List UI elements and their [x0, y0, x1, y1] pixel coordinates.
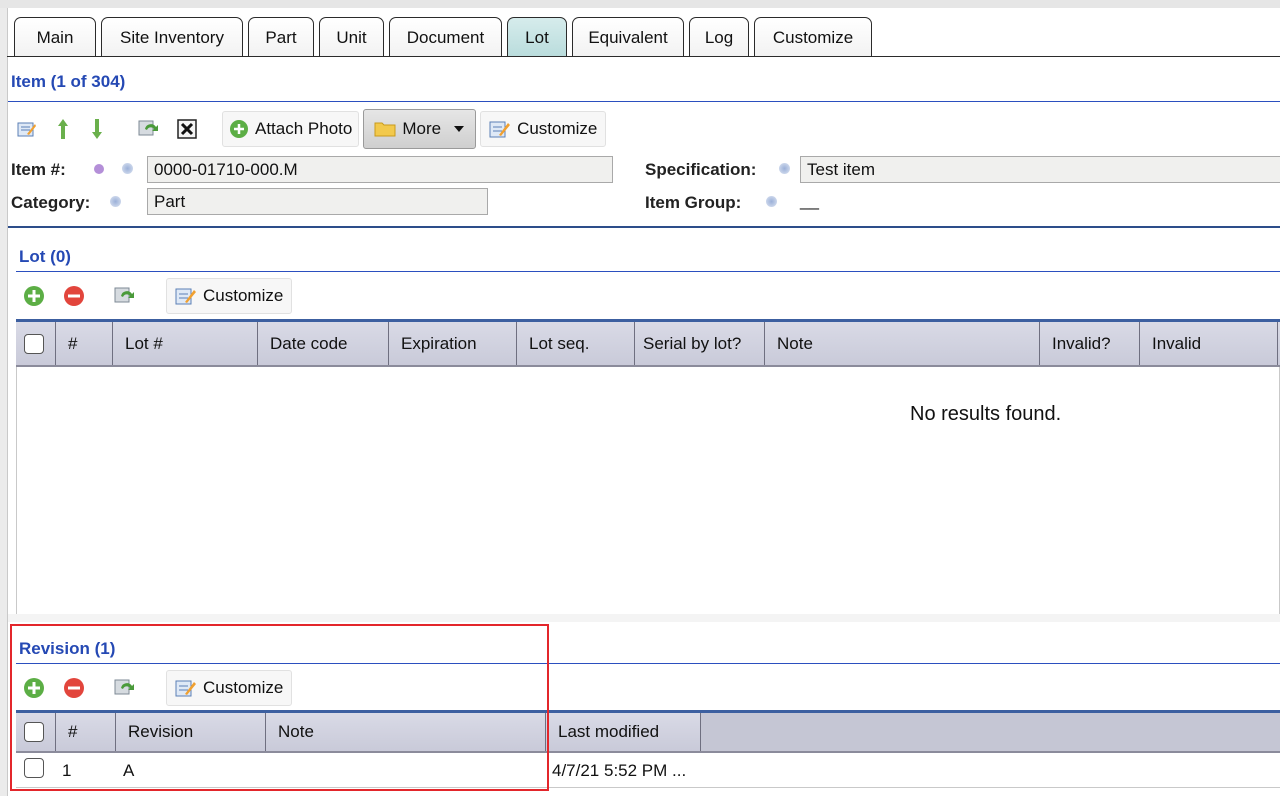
add-icon	[230, 120, 248, 138]
folder-icon	[374, 122, 396, 137]
item-number-label: Item #:	[11, 160, 66, 179]
lot-col-expiration[interactable]: Expiration	[389, 322, 517, 365]
table-row[interactable]: 1 A 4/7/21 5:52 PM ...	[16, 754, 1280, 788]
required-indicator-icon	[94, 164, 104, 174]
lot-select-all-checkbox[interactable]	[24, 333, 44, 354]
item-bottom-divider	[8, 226, 1280, 228]
revision-row-num: 1	[62, 760, 72, 780]
lot-toolbar: Customize	[16, 278, 296, 314]
revision-col-note[interactable]: Note	[266, 713, 546, 751]
tab-main[interactable]: Main	[14, 17, 96, 57]
item-customize-button[interactable]: Customize	[480, 111, 607, 147]
info-icon[interactable]	[779, 163, 790, 174]
lot-col-date-code[interactable]: Date code	[258, 322, 389, 365]
lot-empty-message: No results found.	[910, 403, 1062, 425]
item-section-title: Item (1 of 304)	[11, 72, 126, 91]
revision-section-divider	[16, 663, 1280, 664]
refresh-icon[interactable]	[130, 111, 166, 147]
info-icon[interactable]	[766, 196, 777, 207]
tab-unit[interactable]: Unit	[319, 17, 384, 57]
info-icon[interactable]	[122, 163, 133, 174]
revision-col-revision[interactable]: Revision	[116, 713, 266, 751]
revision-add-icon[interactable]	[16, 670, 52, 706]
lot-col-invalid-q[interactable]: Invalid?	[1040, 322, 1140, 365]
tab-bar: Main Site Inventory Part Unit Document L…	[14, 17, 877, 57]
revision-section-title: Revision (1)	[19, 639, 116, 658]
revision-col-last-modified[interactable]: Last modified	[546, 713, 701, 751]
revision-select-all-cell	[16, 713, 56, 751]
category-label: Category:	[11, 193, 91, 212]
item-number-field[interactable]: 0000-01710-000.M	[147, 156, 613, 183]
item-group-label: Item Group:	[645, 193, 742, 212]
customize-icon	[489, 121, 511, 138]
info-icon[interactable]	[110, 196, 121, 207]
revision-header-filler	[701, 713, 1280, 751]
more-dropdown-button[interactable]: More	[363, 109, 477, 149]
customize-icon	[175, 288, 196, 305]
item-toolbar: Attach Photo More Customize	[10, 109, 610, 149]
revision-col-num[interactable]: #	[56, 713, 116, 751]
customize-icon	[175, 680, 196, 697]
move-up-icon[interactable]	[48, 111, 78, 147]
revision-toolbar: Customize	[16, 670, 296, 706]
tab-customize[interactable]: Customize	[754, 17, 872, 57]
revision-row-revision: A	[123, 760, 135, 780]
lot-col-lot-seq[interactable]: Lot seq.	[517, 322, 635, 365]
more-label: More	[402, 119, 442, 138]
specification-label: Specification:	[645, 160, 757, 179]
revision-customize-button[interactable]: Customize	[166, 670, 293, 706]
lot-customize-label: Customize	[203, 286, 284, 305]
lot-col-serial-by-lot[interactable]: Serial by lot?	[635, 322, 765, 365]
tab-baseline	[7, 56, 1280, 57]
revision-customize-label: Customize	[203, 678, 284, 697]
item-customize-label: Customize	[517, 119, 598, 138]
move-down-icon[interactable]	[82, 111, 112, 147]
tab-equivalent[interactable]: Equivalent	[572, 17, 684, 57]
revision-refresh-icon[interactable]	[106, 670, 142, 706]
specification-field[interactable]: Test item	[800, 156, 1280, 183]
lot-grid-body	[16, 367, 1280, 614]
lot-col-lot-number[interactable]: Lot #	[113, 322, 258, 365]
lot-grid-header: # Lot # Date code Expiration Lot seq. Se…	[16, 319, 1280, 367]
chevron-down-icon	[454, 126, 465, 132]
lot-remove-icon[interactable]	[56, 278, 92, 314]
item-section-divider	[8, 101, 1280, 102]
revision-remove-icon[interactable]	[56, 670, 92, 706]
revision-select-all-checkbox[interactable]	[24, 722, 44, 742]
lot-refresh-icon[interactable]	[106, 278, 142, 314]
top-strip	[0, 0, 1280, 8]
lot-add-icon[interactable]	[16, 278, 52, 314]
lot-col-note[interactable]: Note	[765, 322, 1040, 365]
lot-customize-button[interactable]: Customize	[166, 278, 293, 314]
revision-grid-header: # Revision Note Last modified	[16, 710, 1280, 753]
lot-col-invalid[interactable]: Invalid	[1140, 322, 1278, 365]
attach-photo-button[interactable]: Attach Photo	[222, 111, 360, 147]
revision-row-checkbox-cell	[16, 758, 56, 783]
tab-lot[interactable]: Lot	[507, 17, 567, 57]
edit-icon[interactable]	[10, 111, 44, 147]
tab-document[interactable]: Document	[389, 17, 502, 57]
item-group-value: __	[800, 191, 819, 210]
category-field[interactable]: Part	[147, 188, 488, 215]
delete-icon[interactable]	[170, 111, 204, 147]
revision-row-last-modified: 4/7/21 5:52 PM ...	[552, 760, 687, 780]
lot-section-divider	[16, 271, 1280, 272]
tab-part[interactable]: Part	[248, 17, 314, 57]
attach-photo-label: Attach Photo	[255, 119, 353, 138]
lot-section-title: Lot (0)	[19, 247, 71, 266]
revision-row-checkbox[interactable]	[24, 758, 44, 778]
tab-log[interactable]: Log	[689, 17, 749, 57]
section-separator	[8, 614, 1280, 622]
lot-col-num[interactable]: #	[56, 322, 113, 365]
tab-site-inventory[interactable]: Site Inventory	[101, 17, 243, 57]
lot-select-all-cell	[16, 322, 56, 365]
